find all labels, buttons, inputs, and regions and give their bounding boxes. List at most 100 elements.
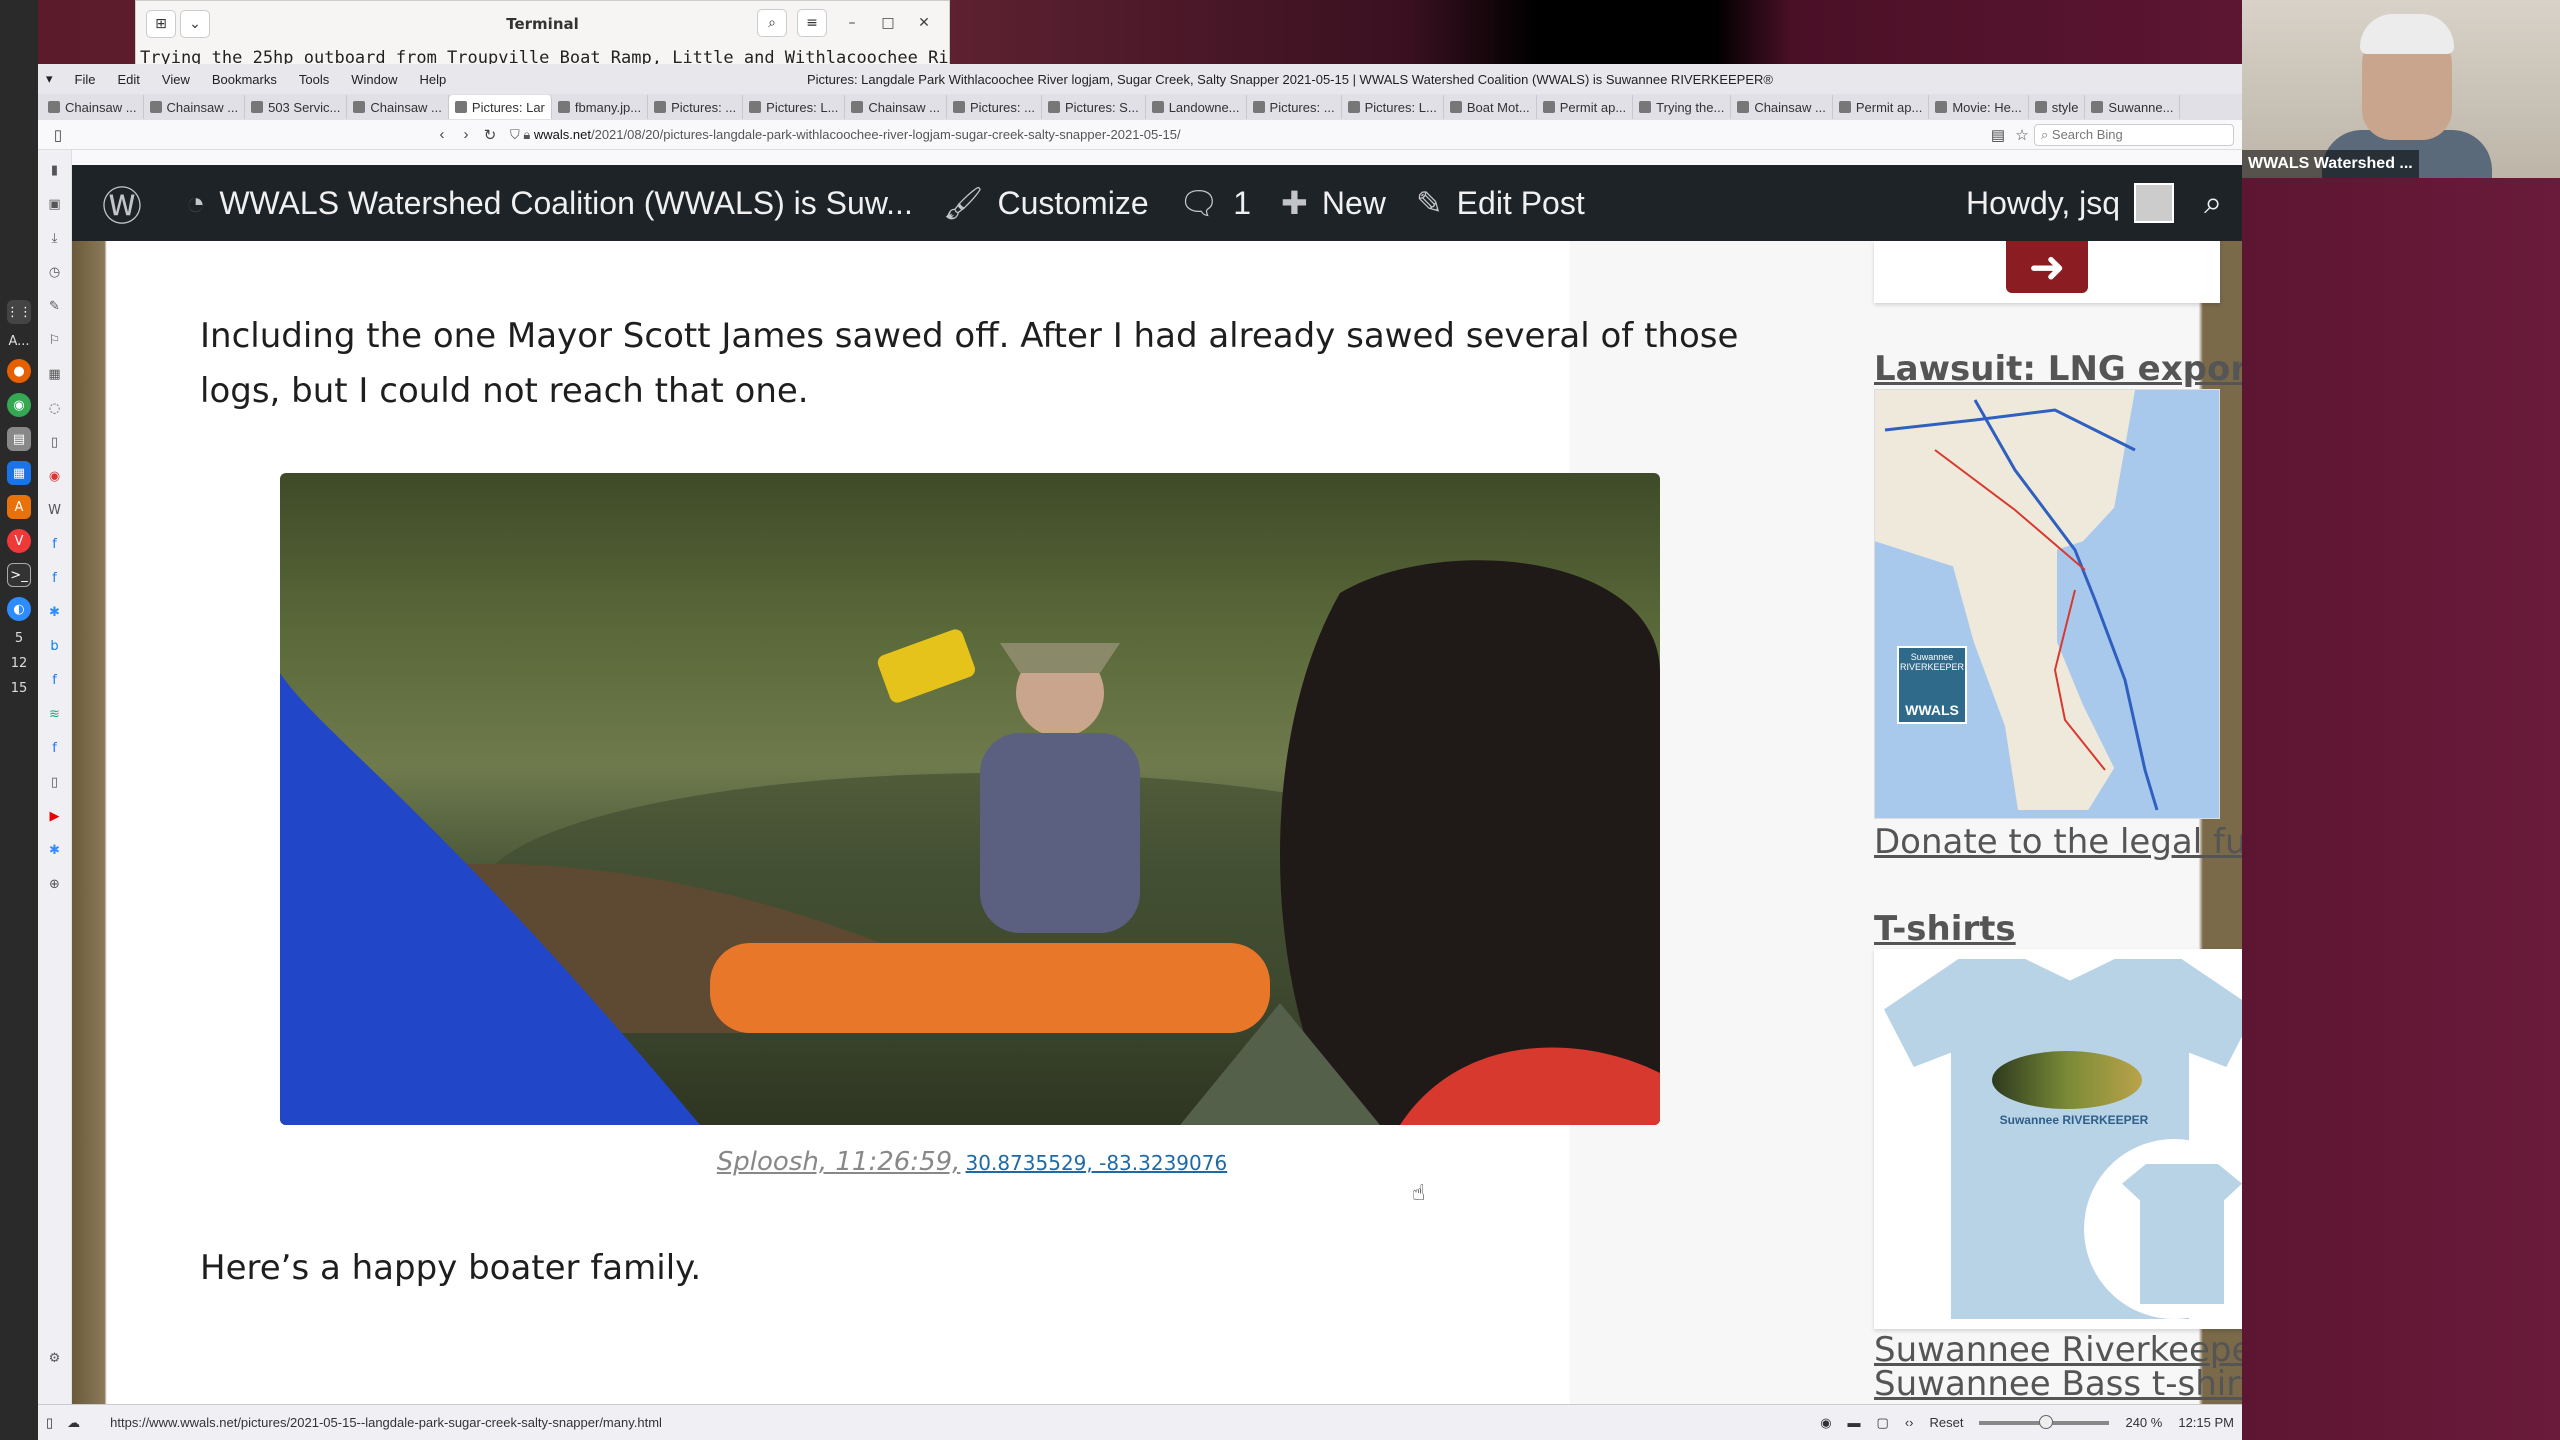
widget-title-lawsuit[interactable]: Lawsuit: LNG export bbox=[1874, 349, 2242, 389]
browser-tab[interactable]: Chainsaw ... bbox=[144, 95, 246, 119]
new-tab-icon[interactable]: ⊞ bbox=[146, 10, 176, 38]
page-icon[interactable]: ▯ bbox=[45, 772, 65, 792]
bookmark-icon[interactable]: ☆ bbox=[2010, 123, 2034, 147]
chevron-down-icon[interactable]: ⌄ bbox=[180, 10, 210, 38]
browser-tab[interactable]: style bbox=[2029, 95, 2086, 119]
caption-coordinates-link[interactable]: 30.8735529, -83.3239076 bbox=[966, 1151, 1228, 1175]
apps-grid-icon[interactable]: ⋮⋮ bbox=[6, 300, 32, 324]
reading-list-icon[interactable]: ⚐ bbox=[45, 330, 65, 350]
camera-icon[interactable]: ◉ bbox=[1820, 1415, 1831, 1431]
wp-site-name[interactable]: ◔ WWALS Watershed Coalition (WWALS) is Su… bbox=[186, 185, 913, 222]
add-panel-icon[interactable]: ⊕ bbox=[45, 874, 65, 894]
browser-tab[interactable]: Chainsaw ... bbox=[1731, 95, 1833, 119]
chat-icon[interactable]: ◌ bbox=[45, 398, 65, 418]
reload-icon[interactable]: ↻ bbox=[478, 123, 502, 147]
url-bar[interactable]: ⛉ 🔒︎ wwals.net/2021/08/20/pictures-langd… bbox=[510, 127, 1986, 143]
page-icon[interactable]: ▯ bbox=[45, 432, 65, 452]
next-arrow-card[interactable]: ➜ bbox=[1874, 241, 2220, 303]
cloud-icon[interactable]: ☁ bbox=[67, 1415, 80, 1431]
arrow-right-icon[interactable]: ➜ bbox=[2006, 241, 2088, 293]
avatar[interactable] bbox=[2134, 183, 2175, 223]
lng-map-image[interactable]: Suwannee RIVERKEEPER WWALS bbox=[1874, 389, 2220, 819]
vivaldi-icon[interactable]: V bbox=[7, 529, 31, 553]
window-icon[interactable]: ▢ bbox=[1877, 1415, 1889, 1431]
sparkle-icon[interactable]: ✱ bbox=[45, 602, 65, 622]
vivaldi-icon[interactable]: ◉ bbox=[45, 466, 65, 486]
browser-tab[interactable]: Boat Mot... bbox=[1444, 95, 1537, 119]
tshirt-image[interactable]: Suwannee RIVERKEEPER bbox=[1874, 949, 2242, 1329]
browser-tab[interactable]: 503 Servic... bbox=[245, 95, 348, 119]
menu-tools[interactable]: Tools bbox=[299, 72, 329, 87]
zoom-reset-button[interactable]: Reset bbox=[1930, 1415, 1964, 1430]
browser-tab[interactable]: fbmany.jp... bbox=[552, 95, 649, 119]
widget-title-tshirts[interactable]: T-shirts bbox=[1874, 909, 2016, 949]
wikipedia-icon[interactable]: W bbox=[45, 500, 65, 520]
reader-icon[interactable]: ▤ bbox=[1986, 123, 2010, 147]
tabs-icon[interactable]: ▣ bbox=[45, 194, 65, 214]
menu-edit[interactable]: Edit bbox=[117, 72, 139, 87]
wordpress-logo-icon[interactable]: Ⓦ bbox=[102, 174, 156, 232]
browser-tab-active[interactable]: Pictures: Lar bbox=[448, 95, 552, 119]
terminal-icon[interactable]: >_ bbox=[7, 563, 31, 587]
menu-bookmarks[interactable]: Bookmarks bbox=[212, 72, 277, 87]
browser-tab[interactable]: Trying the... bbox=[1633, 95, 1732, 119]
panel-toggle-icon[interactable]: ▯ bbox=[46, 1415, 53, 1431]
browser-menu-icon[interactable]: ▾ bbox=[46, 71, 53, 87]
image-icon[interactable]: ▬ bbox=[1848, 1415, 1861, 1430]
donate-link[interactable]: Donate to the legal fund bbox=[1874, 825, 2242, 859]
tshirt-link-line2[interactable]: Suwannee Bass t-shirts bbox=[1874, 1367, 2242, 1401]
zoom-participant-video[interactable]: WWALS Watershed ... bbox=[2242, 0, 2560, 178]
browser-tab[interactable]: Landowne... bbox=[1146, 95, 1247, 119]
terminal-window[interactable]: ⊞ ⌄ Terminal ⌕ ≡ – □ ✕ Trying the 25hp o… bbox=[135, 0, 950, 70]
menu-icon[interactable]: ≡ bbox=[797, 9, 827, 37]
calendar-icon[interactable]: ▦ bbox=[45, 364, 65, 384]
code-icon[interactable]: ‹› bbox=[1905, 1415, 1914, 1430]
bookmark-icon[interactable]: ▮ bbox=[45, 160, 65, 180]
terminal-titlebar[interactable]: ⊞ ⌄ Terminal ⌕ ≡ – □ ✕ bbox=[136, 1, 949, 47]
text-editor-icon[interactable]: A bbox=[7, 495, 31, 519]
browser-tab[interactable]: Permit ap... bbox=[1537, 95, 1634, 119]
browser-tab[interactable]: Pictures: L... bbox=[1342, 95, 1444, 119]
wp-new[interactable]: ✚ New bbox=[1281, 184, 1386, 222]
notes-icon[interactable]: ✎ bbox=[45, 296, 65, 316]
menu-view[interactable]: View bbox=[162, 72, 190, 87]
back-icon[interactable]: ‹ bbox=[430, 123, 454, 147]
gear-icon[interactable]: ⚙ bbox=[45, 1348, 65, 1368]
browser-tab[interactable]: Pictures: ... bbox=[1247, 95, 1342, 119]
bluesky-icon[interactable]: b bbox=[45, 636, 65, 656]
search-input[interactable]: ⌕ Search Bing bbox=[2034, 123, 2234, 146]
browser-tab[interactable]: Movie: He... bbox=[1929, 95, 2029, 119]
caption-link[interactable]: Sploosh, 11:26:59, bbox=[717, 1147, 961, 1177]
browser-tab[interactable]: Pictures: ... bbox=[648, 95, 744, 119]
search-icon[interactable]: ⌕ bbox=[2204, 184, 2222, 222]
chrome-icon[interactable]: ◉ bbox=[7, 393, 31, 417]
calendar-icon[interactable]: ▦ bbox=[7, 461, 31, 485]
menu-file[interactable]: File bbox=[75, 72, 96, 87]
forward-icon[interactable]: › bbox=[454, 123, 478, 147]
facebook-icon[interactable]: f bbox=[45, 738, 65, 758]
tshirt-link-line1[interactable]: Suwannee Riverkeeper bbox=[1874, 1333, 2242, 1367]
wp-howdy[interactable]: Howdy, jsq bbox=[1966, 185, 2120, 222]
wp-comments[interactable]: 🗨︎ 1 bbox=[1179, 184, 1251, 222]
files-icon[interactable]: ▤ bbox=[7, 427, 31, 451]
youtube-icon[interactable]: ▶ bbox=[45, 806, 65, 826]
facebook-icon[interactable]: f bbox=[45, 670, 65, 690]
sidebar-toggle-icon[interactable]: ▯ bbox=[46, 123, 70, 147]
facebook-icon[interactable]: f bbox=[45, 534, 65, 554]
browser-tab[interactable]: Chainsaw ... bbox=[42, 95, 144, 119]
post-photo-sploosh[interactable] bbox=[280, 473, 1660, 1125]
feed-icon[interactable]: ≋ bbox=[45, 704, 65, 724]
browser-tab[interactable]: Chainsaw ... bbox=[347, 95, 449, 119]
browser-tab[interactable]: Pictures: L... bbox=[743, 95, 846, 119]
zoom-icon[interactable]: ◐ bbox=[7, 597, 31, 621]
zoom-slider[interactable] bbox=[1979, 1414, 2110, 1429]
browser-tab[interactable]: Pictures: S... bbox=[1042, 95, 1146, 119]
browser-tab[interactable]: Permit ap... bbox=[1833, 95, 1930, 119]
search-icon[interactable]: ⌕ bbox=[757, 9, 787, 37]
firefox-icon[interactable]: ● bbox=[7, 359, 31, 383]
wp-customize[interactable]: 🖌︎ Customize bbox=[943, 184, 1149, 222]
browser-tab[interactable]: Pictures: ... bbox=[947, 95, 1042, 119]
browser-tab[interactable]: Chainsaw ... bbox=[845, 95, 947, 119]
browser-tab[interactable]: Suwanne... bbox=[2085, 95, 2181, 119]
close-icon[interactable]: ✕ bbox=[909, 9, 939, 37]
